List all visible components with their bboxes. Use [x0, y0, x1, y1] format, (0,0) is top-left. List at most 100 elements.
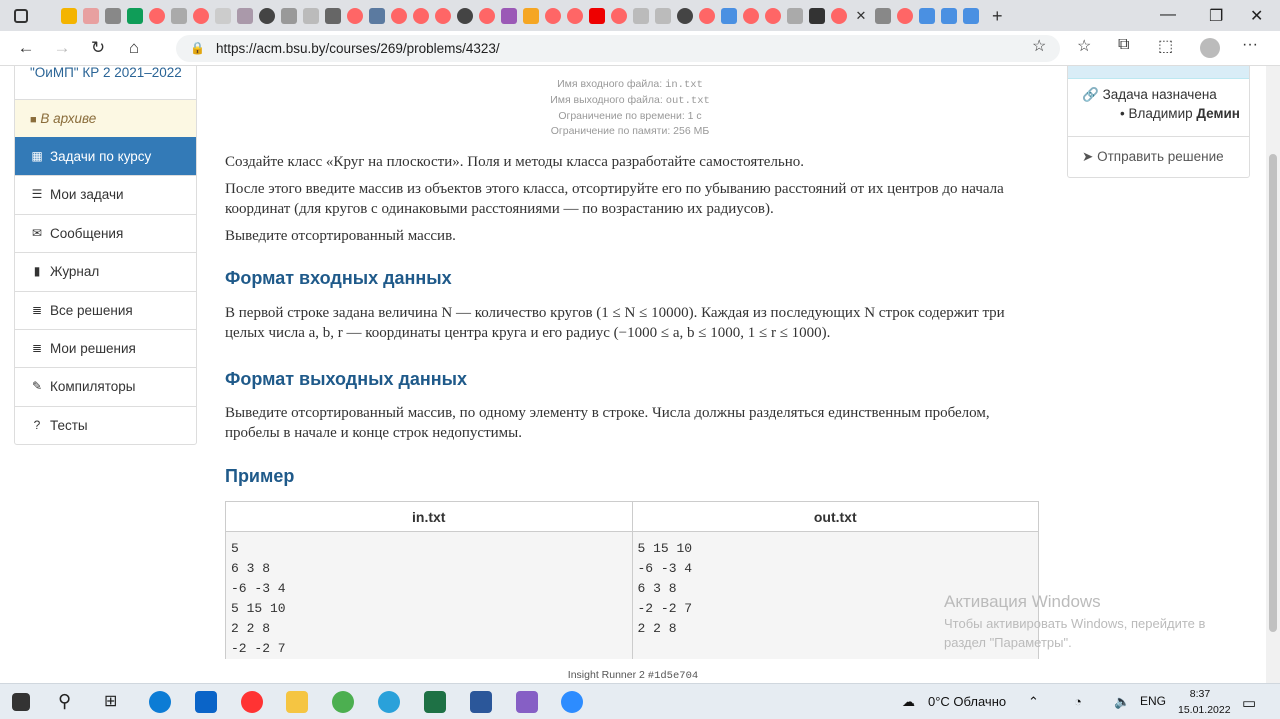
tab-reload-icon[interactable]	[787, 7, 803, 24]
home-icon[interactable]: ⌂	[116, 38, 152, 58]
tab-yandex-icon[interactable]	[479, 7, 495, 24]
footer-text: Insight Runner 2	[567, 669, 645, 681]
tab-play-icon[interactable]	[523, 7, 539, 24]
notifications-icon[interactable]: ▭	[1242, 694, 1256, 712]
assignment-section: 🔗 Задача назначена • Владимир Демин	[1068, 79, 1249, 137]
extensions-icon[interactable]: ⬚	[1158, 36, 1173, 56]
sidebar-item-journal[interactable]: ▮ Журнал	[15, 252, 196, 290]
tab-close-icon[interactable]: ✕	[853, 8, 869, 24]
tab-yandex-icon[interactable]	[347, 7, 363, 24]
sidebar-item-tests[interactable]: ? Тесты	[15, 405, 196, 444]
back-icon[interactable]: ←	[8, 38, 44, 58]
sidebar-item-label: Задачи по курсу	[50, 149, 152, 164]
sidebar-item-my-solutions[interactable]: ≣ Мои решения	[15, 328, 196, 367]
tab-mail-icon[interactable]	[281, 7, 297, 24]
tab-site-icon[interactable]	[369, 7, 385, 24]
tab-yandex-icon[interactable]	[743, 7, 759, 24]
new-tab-icon[interactable]: +	[992, 7, 1008, 25]
tab-github-icon[interactable]	[457, 7, 473, 24]
chevron-up-icon[interactable]: ⌃	[1028, 694, 1039, 710]
assigned-user[interactable]: • Владимир Демин	[1082, 106, 1249, 121]
clock[interactable]: 8:37 15.01.2022	[1178, 686, 1231, 718]
tab-site-icon[interactable]	[325, 7, 341, 24]
tab-page-icon[interactable]	[105, 7, 121, 24]
close-window-icon[interactable]: ✕	[1250, 6, 1263, 26]
tab-drive-icon[interactable]	[61, 7, 77, 24]
tab-site-icon[interactable]	[501, 7, 517, 24]
time-limit: Ограничение по времени: 1 с	[558, 110, 702, 122]
tab-yandex-icon[interactable]	[545, 7, 561, 24]
input-file-name: in.txt	[665, 79, 703, 91]
tab-page-icon[interactable]	[215, 7, 231, 24]
submit-solution-link[interactable]: ➤ Отправить решение	[1068, 137, 1249, 177]
sidebar-item-my-problems[interactable]: ☰ Мои задачи	[15, 175, 196, 213]
visual-studio-icon[interactable]	[516, 691, 538, 713]
tab-yandex-icon[interactable]	[193, 7, 209, 24]
tab-youtube-icon[interactable]	[589, 7, 605, 24]
tab-code-icon[interactable]	[633, 7, 649, 24]
tab-network-icon[interactable]	[941, 7, 957, 24]
mail-icon[interactable]	[195, 691, 217, 713]
weather-text[interactable]: 0°C Облачно	[928, 694, 1006, 709]
page-scrollbar[interactable]	[1266, 66, 1280, 683]
tab-yandex-icon[interactable]	[413, 7, 429, 24]
tab-yandex-icon[interactable]	[699, 7, 715, 24]
sidebar-item-all-solutions[interactable]: ≣ Все решения	[15, 290, 196, 329]
lock-icon[interactable]: 🔒	[190, 41, 205, 55]
task-view-icon[interactable]: ⊞	[104, 691, 126, 713]
favorites-icon[interactable]: ☆	[1077, 36, 1091, 56]
chrome-icon[interactable]	[332, 691, 354, 713]
tab-yandex-icon[interactable]	[149, 7, 165, 24]
forward-icon[interactable]: →	[44, 38, 80, 58]
weather-icon[interactable]: ☁	[902, 694, 915, 710]
url-input[interactable]: 🔒 https://acm.bsu.by/courses/269/problem…	[176, 35, 1060, 62]
clock-date: 15.01.2022	[1178, 704, 1231, 716]
more-menu-icon[interactable]: ···	[1242, 36, 1258, 54]
search-icon[interactable]: ⚲	[58, 691, 80, 713]
tab-network-icon[interactable]	[721, 7, 737, 24]
tab-github-icon[interactable]	[677, 7, 693, 24]
sidebar-item-course-problems[interactable]: ▦ Задачи по курсу	[15, 137, 196, 176]
tab-yandex-icon[interactable]	[831, 7, 847, 24]
tab-yandex-icon[interactable]	[611, 7, 627, 24]
sidebar-item-messages[interactable]: ✉ Сообщения	[15, 213, 196, 252]
tab-network-icon[interactable]	[919, 7, 935, 24]
tab-yandex-icon[interactable]	[391, 7, 407, 24]
zoom-icon[interactable]	[561, 691, 583, 713]
minimize-icon[interactable]: —	[1160, 6, 1176, 24]
tab-page-icon[interactable]	[303, 7, 319, 24]
output-format-text: Выведите отсортированный массив, по одно…	[225, 405, 990, 441]
tab-yandex-icon[interactable]	[897, 7, 913, 24]
word-icon[interactable]	[470, 691, 492, 713]
tab-r-icon[interactable]	[809, 7, 825, 24]
tab-drive-icon[interactable]	[127, 7, 143, 24]
yandex-icon[interactable]	[241, 691, 263, 713]
course-title[interactable]: "ОиМП" КР 2 2021–2022	[15, 66, 196, 99]
reload-icon[interactable]: ↻	[80, 38, 116, 58]
scrollbar-thumb[interactable]	[1269, 154, 1277, 632]
tab-cat-icon[interactable]	[237, 7, 253, 24]
language-indicator[interactable]: ENG	[1140, 694, 1166, 708]
tab-pdf-icon[interactable]	[83, 7, 99, 24]
tab-network-icon[interactable]	[963, 7, 979, 24]
tab-code-icon[interactable]	[655, 7, 671, 24]
collections-icon[interactable]: ⧉	[1118, 36, 1129, 54]
explorer-icon[interactable]	[286, 691, 308, 713]
edge-icon[interactable]	[149, 691, 171, 713]
sidebar-item-compilers[interactable]: ✎ Компиляторы	[15, 367, 196, 405]
start-icon[interactable]	[12, 693, 30, 711]
tab-site-icon[interactable]	[171, 7, 187, 24]
volume-icon[interactable]: 🔈	[1114, 694, 1130, 710]
favorite-add-icon[interactable]: ☆	[1032, 36, 1046, 56]
tab-actions-icon[interactable]	[14, 8, 28, 23]
tab-yandex-icon[interactable]	[567, 7, 583, 24]
tab-github-icon[interactable]	[259, 7, 275, 24]
tab-yandex-icon[interactable]	[765, 7, 781, 24]
tab-site-icon[interactable]	[875, 7, 891, 24]
network-icon[interactable]: ◔	[1074, 694, 1082, 709]
telegram-icon[interactable]	[378, 691, 400, 713]
tab-yandex-icon[interactable]	[435, 7, 451, 24]
maximize-icon[interactable]: ❐	[1209, 6, 1223, 26]
excel-icon[interactable]	[424, 691, 446, 713]
profile-avatar[interactable]	[1200, 38, 1220, 58]
